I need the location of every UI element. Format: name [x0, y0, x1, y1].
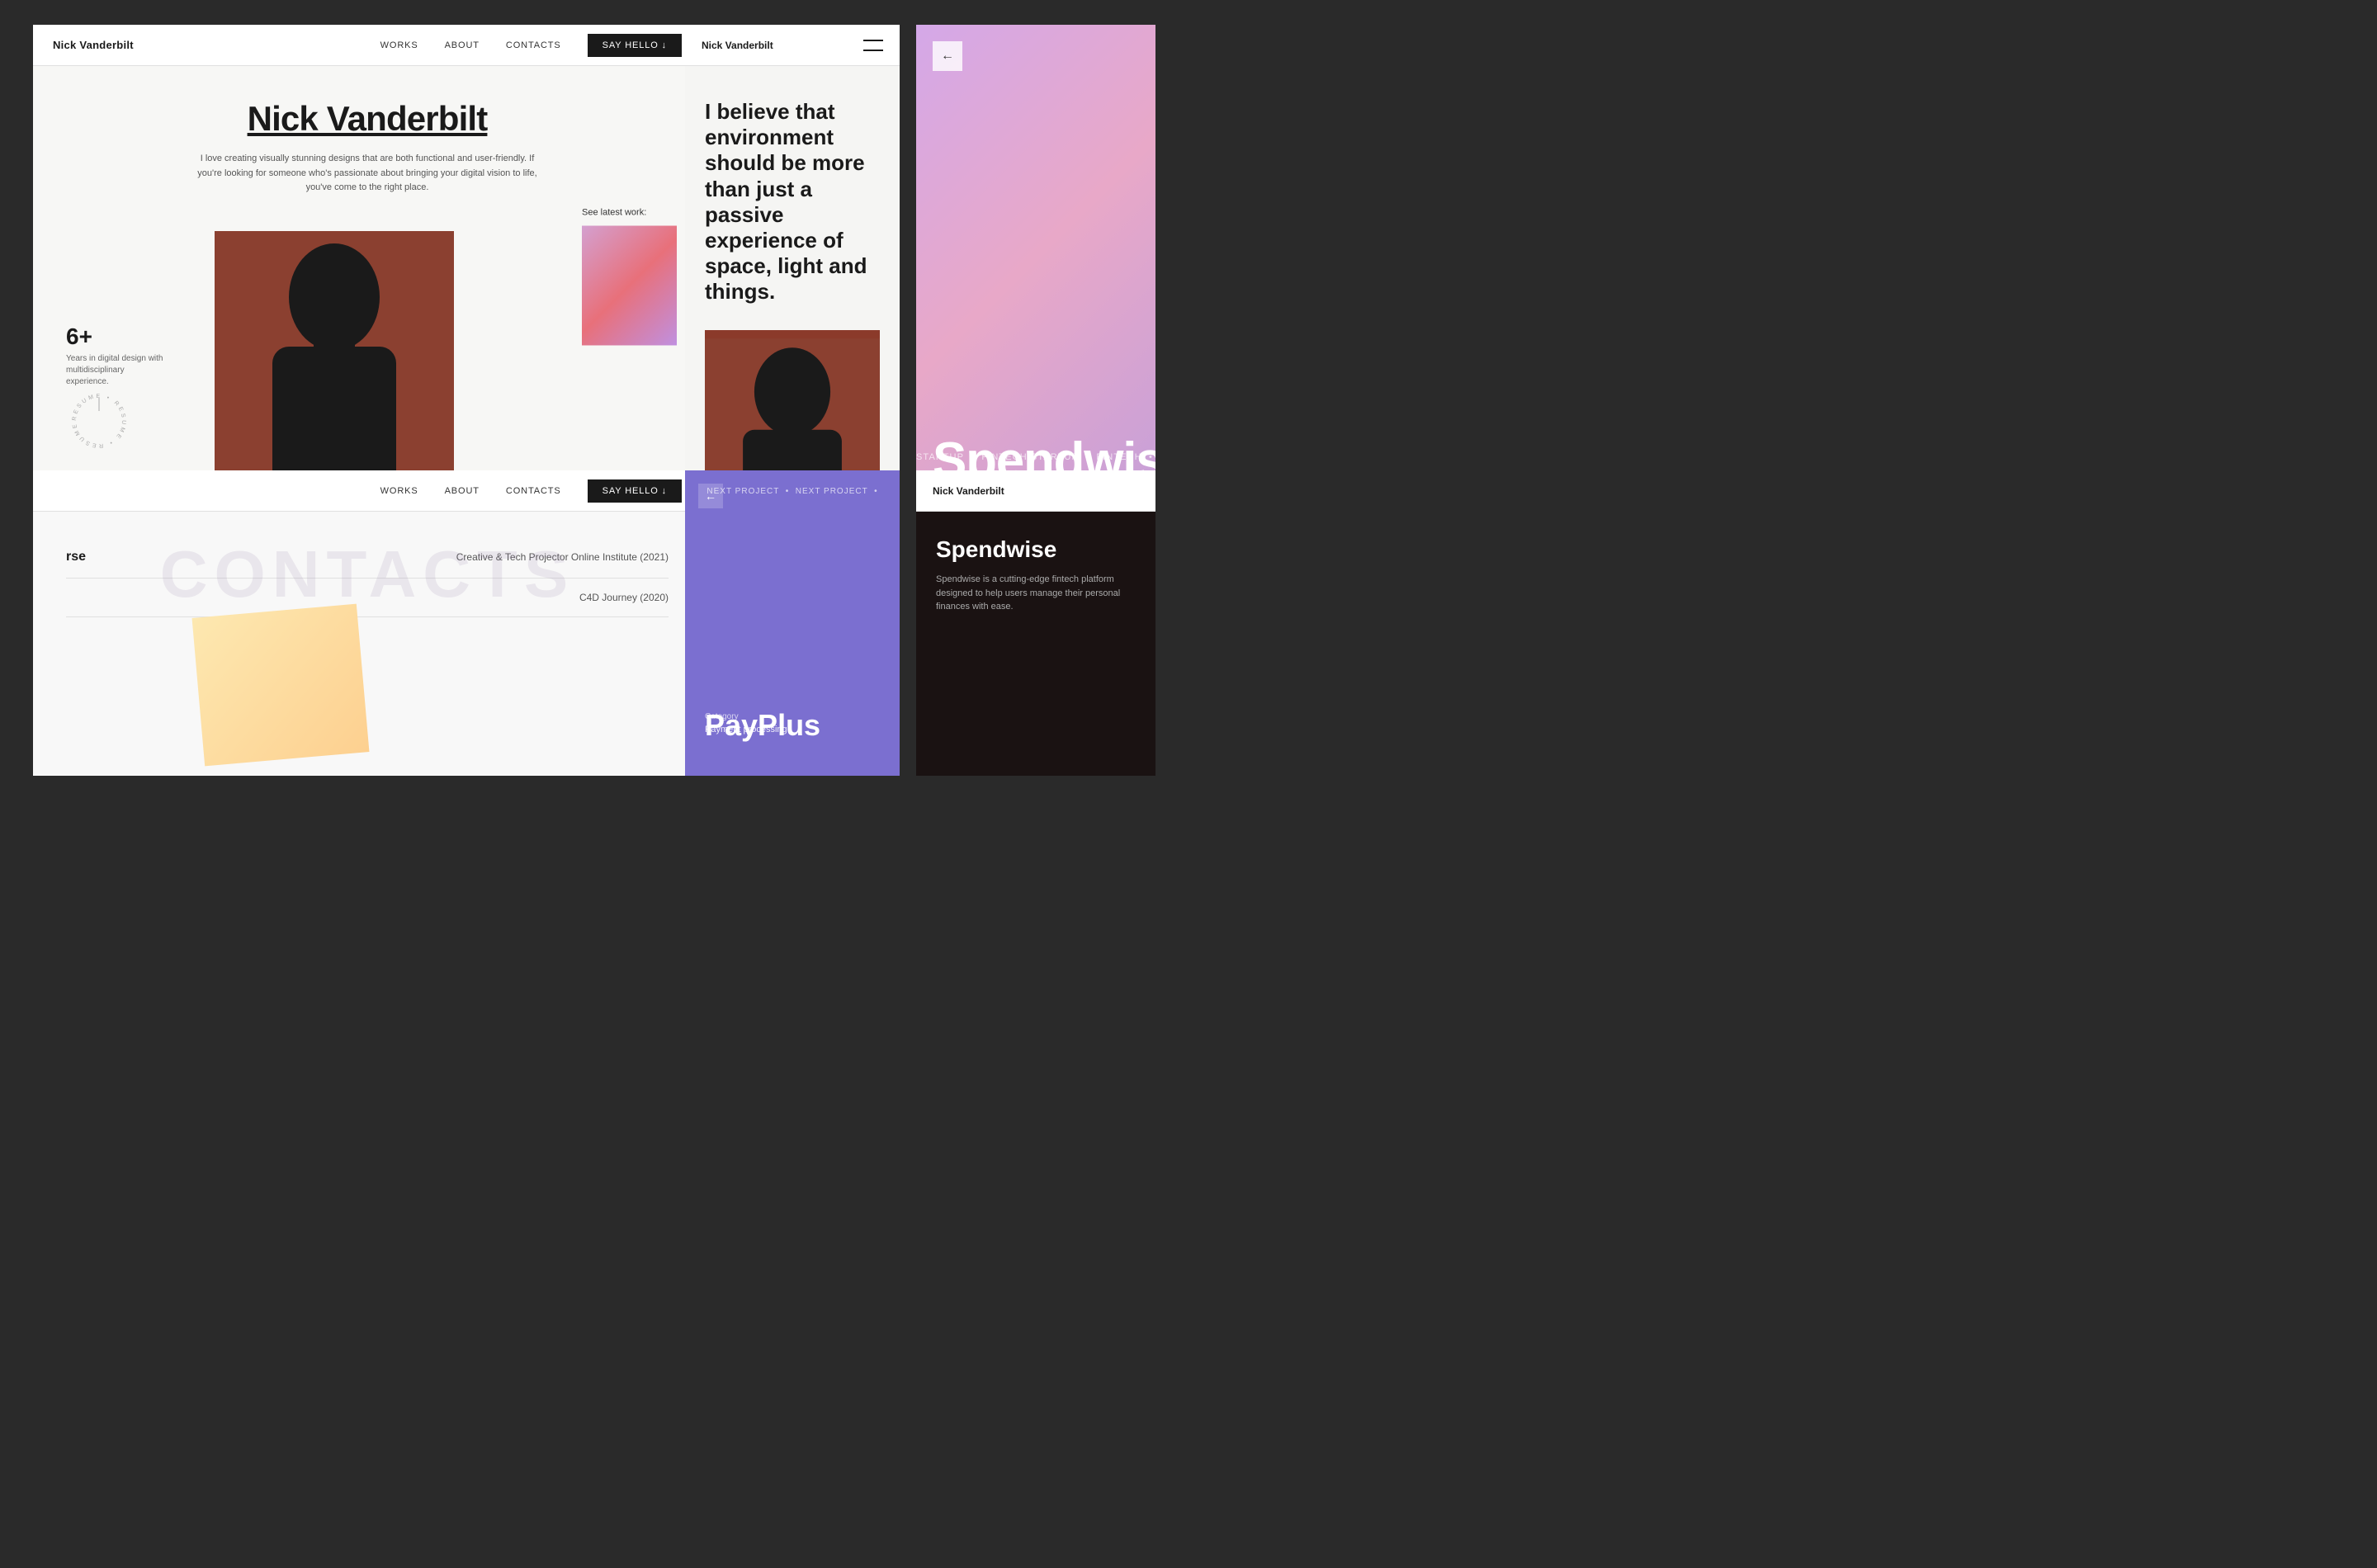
nav-cta-4[interactable]: SAY HELLO ↓	[588, 479, 682, 503]
edu-right-2: C4D Journey (2020)	[579, 592, 669, 603]
brand-6: Nick Vanderbilt	[933, 485, 1004, 497]
latest-work-label: See latest work:	[582, 208, 677, 218]
edu-decorative-card	[192, 604, 370, 767]
hero-stats: 6+ Years in digital design with multidis…	[66, 324, 165, 388]
nav-cta-1[interactable]: SAY HELLO ↓	[588, 34, 682, 57]
nav-contacts-1[interactable]: CONTACTS	[506, 40, 561, 50]
nav-contacts-4[interactable]: CONTACTS	[506, 486, 561, 496]
project-title-6: Spendwise	[936, 536, 1136, 563]
menu-line-1	[863, 40, 883, 41]
stat-number: 6+	[66, 324, 165, 350]
navbar-2: Nick Vanderbilt	[685, 25, 900, 66]
brand-1: Nick Vanderbilt	[53, 39, 134, 51]
ticker-5: NEXT PROJECT • NEXT PROJECT •	[685, 487, 900, 496]
nav-links-1: WORKS ABOUT CONTACTS SAY HELLO ↓	[380, 34, 682, 57]
latest-work: See latest work:	[582, 208, 677, 346]
quote-text: I believe that environment should be mor…	[705, 99, 880, 305]
panel-5-project: ← NEXT PROJECT • NEXT PROJECT • PayPlus …	[685, 470, 900, 776]
hero-title: Nick Vanderbilt	[194, 99, 541, 139]
hero-image	[215, 231, 454, 487]
navbar-4: WORKS ABOUT CONTACTS SAY HELLO ↓	[33, 470, 702, 512]
nav-about-4[interactable]: ABOUT	[445, 486, 480, 496]
brand-2: Nick Vanderbilt	[702, 40, 773, 51]
hero-subtitle: I love creating visually stunning design…	[194, 152, 541, 196]
panel-2-photo	[705, 330, 880, 488]
hero-section: Nick Vanderbilt I love creating visually…	[33, 66, 702, 487]
panel-6-dark-content: Spendwise Spendwise is a cutting-edge fi…	[916, 512, 1155, 776]
menu-icon[interactable]	[863, 40, 883, 51]
category-label-5: Category	[705, 712, 787, 721]
person-bg	[215, 231, 454, 487]
nav-about-1[interactable]: ABOUT	[445, 40, 480, 50]
panel-2-about: Nick Vanderbilt I believe that environme…	[685, 25, 900, 487]
back-button-3[interactable]: ←	[933, 41, 962, 71]
nav-works-1[interactable]: WORKS	[380, 40, 418, 50]
category-value-5: Payment processing	[705, 725, 787, 734]
edu-left-1: rse	[66, 550, 86, 564]
panel-1-portfolio: Nick Vanderbilt WORKS ABOUT CONTACTS SAY…	[33, 25, 702, 487]
navbar-6: Nick Vanderbilt	[916, 470, 1155, 512]
panel-3-gradient: ← STARTUP • FINTECH STARTUP • FINTECH • …	[916, 25, 1155, 487]
contacts-watermark: CONTACTS	[160, 536, 574, 612]
menu-line-2	[863, 50, 883, 51]
hero-text: Nick Vanderbilt I love creating visually…	[194, 99, 541, 196]
stat-text: Years in digital design with multidiscip…	[66, 353, 165, 388]
resume-circle[interactable]: RESUME • RESUME • RESUME • RESUME •	[66, 388, 132, 454]
nav-works-4[interactable]: WORKS	[380, 486, 418, 496]
nav-links-4: WORKS ABOUT CONTACTS SAY HELLO ↓	[380, 479, 682, 503]
panel-4-education: WORKS ABOUT CONTACTS SAY HELLO ↓ CONTACT…	[33, 470, 702, 776]
navbar-1: Nick Vanderbilt WORKS ABOUT CONTACTS SAY…	[33, 25, 702, 66]
panel-2-content: I believe that environment should be mor…	[685, 66, 900, 487]
gradient-thumbnail[interactable]	[582, 226, 677, 346]
panel-4-content: CONTACTS rse Creative & Tech Projector O…	[33, 512, 702, 776]
panel-6-spendwise: Nick Vanderbilt Spendwise Spendwise is a…	[916, 470, 1155, 776]
project-desc-6: Spendwise is a cutting-edge fintech plat…	[936, 573, 1136, 614]
svg-text:RESUME • RESUME • RESUME • RES: RESUME • RESUME • RESUME • RESUME •	[66, 388, 126, 448]
